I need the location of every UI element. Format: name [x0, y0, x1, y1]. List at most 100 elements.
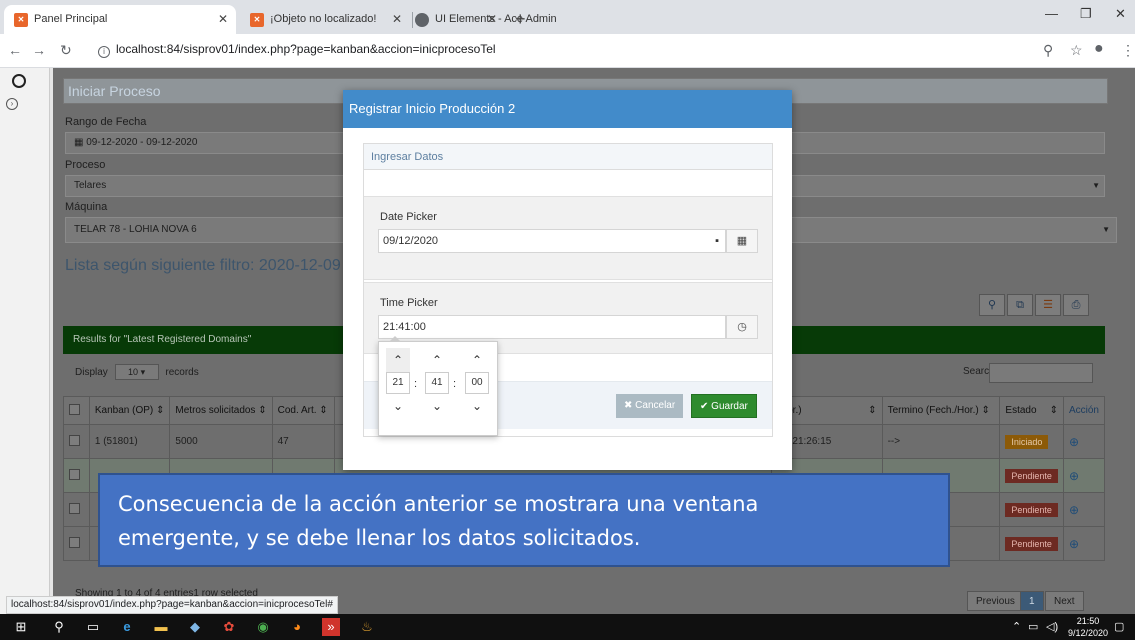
back-icon[interactable]: ← — [8, 42, 22, 58]
edge-icon[interactable]: e — [118, 618, 136, 636]
second-up-icon[interactable]: ⌃ — [465, 348, 489, 372]
app-icon[interactable]: ✿ — [220, 618, 238, 636]
reload-icon[interactable]: ↻ — [60, 42, 72, 59]
app-icon[interactable]: » — [322, 618, 340, 636]
hour-value[interactable]: 21 — [386, 372, 410, 394]
cell-accion[interactable]: ⊕ — [1062, 492, 1106, 527]
row-checkbox[interactable] — [69, 468, 80, 480]
profile-icon[interactable]: ● — [1094, 40, 1104, 58]
records-per-page-select[interactable]: 10 ▾ — [114, 364, 159, 380]
save-button[interactable]: ✔ Guardar — [691, 394, 757, 418]
clock-icon: ◷ — [737, 321, 747, 333]
tab-objeto-no-localizado[interactable]: ✕ ¡Objeto no localizado! ✕ — [240, 5, 410, 34]
hour-up-icon[interactable]: ⌃ — [386, 348, 410, 372]
search-taskbar-icon[interactable]: ⚲ — [50, 618, 68, 636]
column-header-kanban[interactable]: Kanban (OP) ⇕ — [88, 396, 171, 425]
cell-accion[interactable]: ⊕ — [1062, 424, 1106, 459]
search-input[interactable] — [989, 363, 1093, 383]
rango-label: Rango de Fecha — [65, 116, 147, 128]
database-tool-button[interactable]: ☰ — [1035, 294, 1061, 316]
display-prefix: Display — [75, 367, 108, 378]
xampp-icon[interactable]: ♨ — [358, 618, 376, 636]
date-picker-group: Date Picker 09/12/2020 ▪ ▦ — [364, 196, 772, 280]
calendar-addon[interactable]: ▦ — [726, 229, 758, 253]
row-checkbox[interactable] — [69, 502, 80, 514]
time-separator: : — [453, 378, 457, 390]
url-field[interactable]: i localhost:84/sisprov01/index.php?page=k… — [98, 42, 496, 58]
minimize-icon[interactable]: — — [1045, 6, 1058, 21]
cell-estado: Pendiente — [999, 526, 1064, 561]
row-checkbox-cell[interactable] — [63, 492, 90, 527]
hour-down-icon[interactable]: ⌄ — [386, 394, 410, 418]
close-tab-icon[interactable]: ✕ — [218, 5, 228, 34]
close-window-icon[interactable]: ✕ — [1115, 6, 1126, 22]
chrome-icon[interactable]: ◉ — [254, 618, 272, 636]
firefox-icon[interactable]: ◕ — [288, 618, 306, 636]
status-badge: Pendiente — [1005, 536, 1058, 551]
copy-tool-button[interactable]: ⧉ — [1007, 294, 1033, 316]
zoom-in-icon[interactable]: ⊕ — [1069, 537, 1079, 551]
windows-start-icon[interactable]: ⊞ — [12, 618, 30, 636]
column-header-codart[interactable]: Cod. Art. ⇕ — [271, 396, 335, 425]
zoom-in-icon[interactable]: ⊕ — [1069, 503, 1079, 517]
second-value[interactable]: 00 — [465, 372, 489, 394]
row-checkbox-cell[interactable] — [63, 526, 90, 561]
notifications-icon[interactable]: ▢ — [1114, 620, 1124, 633]
chevron-down-icon: ▼ — [1092, 181, 1100, 190]
network-icon[interactable]: ▭ — [1028, 620, 1038, 633]
star-icon[interactable]: ☆ — [1070, 42, 1083, 59]
row-checkbox[interactable] — [69, 536, 80, 548]
tray-chevron-icon[interactable]: ⌃ — [1012, 620, 1021, 633]
search-tool-button[interactable]: ⚲ — [979, 294, 1005, 316]
collapse-icon[interactable]: › — [6, 98, 18, 110]
zoom-icon[interactable]: ⚲ — [1043, 42, 1053, 59]
volume-icon[interactable]: ◁) — [1046, 620, 1058, 633]
row-checkbox[interactable] — [69, 434, 80, 446]
select-all-header[interactable] — [63, 396, 90, 425]
maximize-icon[interactable]: ❐ — [1080, 6, 1092, 22]
cell-accion[interactable]: ⊕ — [1062, 526, 1106, 561]
tab-ui-elements[interactable]: UI Elements - Ace Admin ✕ — [405, 5, 557, 34]
minute-value[interactable]: 41 — [425, 372, 449, 394]
menu-icon[interactable]: ⋮ — [1121, 42, 1135, 59]
date-picker-label: Date Picker — [380, 211, 437, 223]
taskbar: ⊞ ⚲ ▭ e ▬ ◆ ✿ ◉ ◕ » ♨ ⌃ ▭ ◁) 21:50 9/12/… — [0, 614, 1135, 640]
minute-up-icon[interactable]: ⌃ — [425, 348, 449, 372]
pager-next[interactable]: Next — [1045, 591, 1084, 611]
tab-panel-principal[interactable]: ✕ Panel Principal ✕ — [4, 5, 236, 34]
new-tab-icon[interactable]: + — [515, 6, 526, 32]
close-tab-icon[interactable]: ✕ — [392, 5, 402, 34]
select-all-checkbox[interactable] — [69, 403, 80, 415]
display-suffix: records — [165, 367, 199, 378]
taskbar-clock[interactable]: 21:50 9/12/2020 — [1068, 615, 1108, 639]
cancel-button[interactable]: ✖ Cancelar — [616, 394, 684, 418]
row-checkbox-cell[interactable] — [63, 458, 90, 493]
file-explorer-icon[interactable]: ▬ — [152, 618, 170, 636]
forward-icon[interactable]: → — [32, 42, 46, 58]
close-tab-icon[interactable]: ✕ — [487, 5, 497, 34]
chevron-down-icon: ▼ — [1102, 225, 1110, 234]
print-tool-button[interactable]: ⎙ — [1063, 294, 1089, 316]
date-input[interactable]: 09/12/2020 ▪ — [378, 229, 726, 253]
pager-page-1[interactable]: 1 — [1020, 591, 1044, 611]
pager-previous[interactable]: Previous — [967, 591, 1024, 611]
time-input[interactable]: 21:41:00 — [378, 315, 726, 339]
zoom-in-icon[interactable]: ⊕ — [1069, 469, 1079, 483]
time-value: 21:41:00 — [383, 321, 426, 333]
date-value: 09/12/2020 — [383, 235, 439, 247]
clock-addon[interactable]: ◷ — [726, 315, 758, 339]
column-header-metros[interactable]: Metros solicitados ⇕ — [169, 396, 273, 425]
minute-down-icon[interactable]: ⌄ — [425, 394, 449, 418]
cell-accion[interactable]: ⊕ — [1062, 458, 1106, 493]
app-icon[interactable]: ◆ — [186, 618, 204, 636]
row-checkbox-cell[interactable] — [63, 424, 90, 459]
calendar-small-icon[interactable]: ▪ — [715, 230, 719, 252]
column-label: Cod. Art. — [277, 405, 317, 416]
column-header-estado[interactable]: Estado ⇕ — [999, 396, 1064, 425]
column-header-termino[interactable]: Termino (Fech./Hor.) ⇕ — [881, 396, 1001, 425]
column-label: Acción — [1068, 405, 1099, 416]
second-down-icon[interactable]: ⌄ — [465, 394, 489, 418]
task-view-icon[interactable]: ▭ — [84, 618, 102, 636]
zoom-in-icon[interactable]: ⊕ — [1069, 435, 1079, 449]
info-icon[interactable]: i — [98, 46, 110, 58]
